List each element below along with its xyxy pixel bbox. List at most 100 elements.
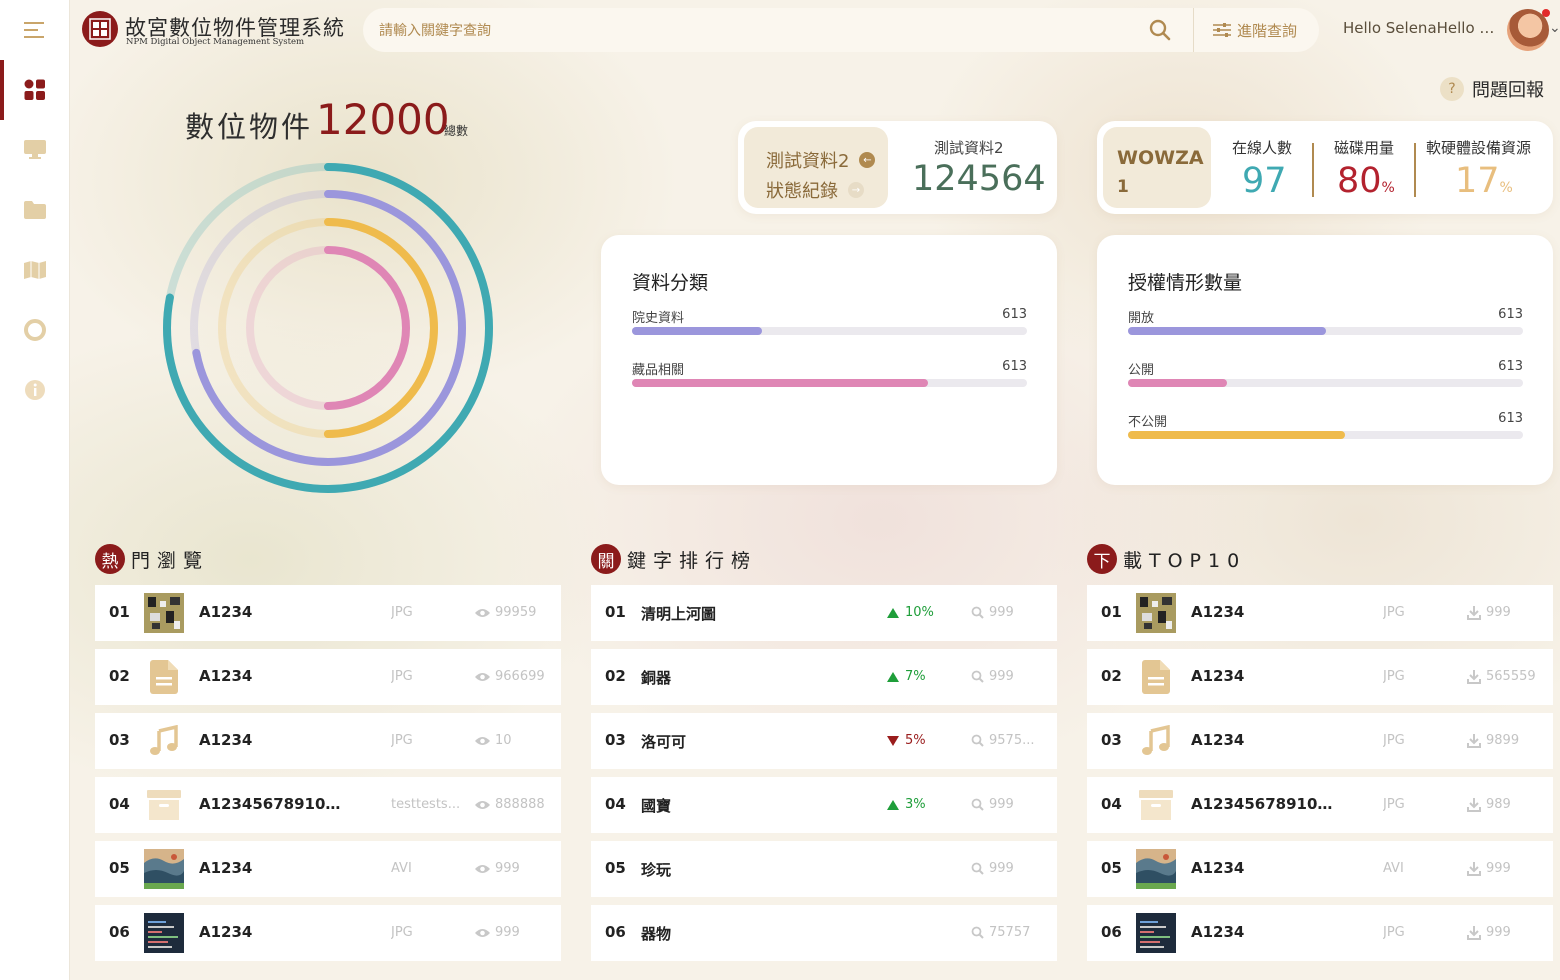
bar-row: 藏品相關 613 xyxy=(632,359,1027,389)
video-thumbnail xyxy=(144,849,184,889)
rank-number: 02 xyxy=(1101,667,1122,685)
list-item[interactable]: 05 珍玩 999 xyxy=(591,841,1057,897)
sliders-icon xyxy=(1213,23,1231,37)
test-data-link[interactable]: 測試資料2 ← xyxy=(766,147,876,173)
search-divider xyxy=(1193,8,1194,52)
list-item[interactable]: 04 A123456789101... testtests... 888888 xyxy=(95,777,561,833)
bar-row: 不公開 613 xyxy=(1128,411,1523,441)
item-thumbnail xyxy=(144,593,184,633)
rank-number: 05 xyxy=(605,859,626,877)
eye-icon xyxy=(475,864,490,873)
rank-number: 01 xyxy=(109,603,130,621)
item-format: JPG xyxy=(391,733,413,748)
server-index: 1 xyxy=(1117,177,1129,197)
rank-number: 06 xyxy=(109,923,130,941)
list-item[interactable]: 05 A1234 AVI 999 xyxy=(1087,841,1553,897)
rank-number: 03 xyxy=(605,731,626,749)
item-name: A1234 xyxy=(199,923,253,941)
sidebar-item-map[interactable] xyxy=(0,250,69,290)
divider xyxy=(1414,143,1416,197)
download-icon xyxy=(1467,861,1481,876)
item-name: A123456789101... xyxy=(1191,795,1341,813)
trend-up-icon xyxy=(887,607,899,618)
ring-chart xyxy=(163,163,493,493)
downloads-badge: 下 xyxy=(1087,544,1117,574)
sidebar-item-info[interactable] xyxy=(0,370,69,410)
rank-number: 06 xyxy=(1101,923,1122,941)
item-count-value: 999 xyxy=(1486,861,1511,876)
list-item[interactable]: 02 A1234 JPG 966699 xyxy=(95,649,561,705)
list-item[interactable]: 04 國寶 3% 999 xyxy=(591,777,1057,833)
item-name: A1234 xyxy=(1191,667,1245,685)
item-format: JPG xyxy=(1383,733,1405,748)
sidebar-item-monitor[interactable] xyxy=(0,130,69,170)
sidebar-item-folder[interactable] xyxy=(0,190,69,230)
item-name: A1234 xyxy=(1191,923,1245,941)
item-count-value: 999 xyxy=(1486,925,1511,940)
status-log-label: 狀態紀錄 xyxy=(766,181,838,202)
online-users-value: 97 xyxy=(1242,161,1287,201)
search-count-value: 999 xyxy=(989,797,1014,812)
item-thumbnail xyxy=(1136,913,1176,953)
list-item[interactable]: 02 A1234 JPG 565559 xyxy=(1087,649,1553,705)
sidebar-item-dashboard[interactable] xyxy=(0,60,69,120)
item-count-value: 999 xyxy=(495,925,520,940)
list-item[interactable]: 04 A123456789101... JPG 989 xyxy=(1087,777,1553,833)
user-greeting[interactable]: Hello SelenaHello S... xyxy=(1343,19,1501,37)
list-item[interactable]: 02 銅器 7% 999 xyxy=(591,649,1057,705)
item-count: 966699 xyxy=(475,669,545,684)
keyword: 洛可可 xyxy=(641,733,687,751)
eye-icon xyxy=(475,736,490,745)
report-issue-button[interactable]: ? 問題回報 xyxy=(1440,76,1544,102)
item-count: 888888 xyxy=(475,797,545,812)
bar-value: 613 xyxy=(1002,359,1027,374)
image-thumbnail xyxy=(144,593,184,633)
list-item[interactable]: 01 A1234 JPG 99959 xyxy=(95,585,561,641)
list-item[interactable]: 03 A1234 JPG 10 xyxy=(95,713,561,769)
archive-box-icon xyxy=(1139,790,1173,820)
item-count: 999 xyxy=(475,861,520,876)
menu-toggle-button[interactable] xyxy=(0,10,69,50)
list-item[interactable]: 03 洛可可 5% 9575... xyxy=(591,713,1057,769)
license-card: 授權情形數量 開放 613 公開 613 不公開 613 xyxy=(1097,235,1553,485)
search-icon xyxy=(971,926,984,939)
hardware-resources-value: 17 xyxy=(1455,161,1500,201)
item-count: 999 xyxy=(475,925,520,940)
palace-logo-icon xyxy=(89,18,111,40)
list-item[interactable]: 06 A1234 JPG 999 xyxy=(95,905,561,961)
chevron-down-icon[interactable]: ⌄ xyxy=(1549,20,1560,36)
list-item[interactable]: 06 器物 75757 xyxy=(591,905,1057,961)
hot-views-title-text: 門瀏覽 xyxy=(131,549,210,572)
advanced-search-button[interactable]: 進階查詢 xyxy=(1213,8,1297,52)
list-item[interactable]: 01 清明上河圖 10% 999 xyxy=(591,585,1057,641)
bar-track xyxy=(1128,327,1523,335)
list-item[interactable]: 03 A1234 JPG 9899 xyxy=(1087,713,1553,769)
item-count: 10 xyxy=(475,733,512,748)
eye-icon xyxy=(475,608,490,617)
search-icon xyxy=(971,734,984,747)
item-name: A1234 xyxy=(1191,603,1245,621)
list-item[interactable]: 06 A1234 JPG 999 xyxy=(1087,905,1553,961)
list-item[interactable]: 01 A1234 JPG 999 xyxy=(1087,585,1553,641)
search-input[interactable] xyxy=(377,8,1141,54)
arrow-right-icon: → xyxy=(848,182,864,198)
item-count-value: 9899 xyxy=(1486,733,1520,748)
item-thumbnail xyxy=(1136,849,1176,889)
document-icon xyxy=(1142,660,1170,694)
search-count-value: 75757 xyxy=(989,925,1031,940)
trend-down-icon xyxy=(887,735,899,746)
search-button[interactable] xyxy=(1145,16,1175,44)
trend: 10% xyxy=(887,605,934,620)
list-item[interactable]: 05 A1234 AVI 999 xyxy=(95,841,561,897)
search-count: 999 xyxy=(971,605,1051,620)
item-count-value: 999 xyxy=(495,861,520,876)
item-count: 999 xyxy=(1467,605,1511,620)
license-card-title: 授權情形數量 xyxy=(1128,272,1243,294)
item-count: 565559 xyxy=(1467,669,1536,684)
status-log-link[interactable]: 狀態紀錄 → xyxy=(766,177,864,203)
disk-usage-unit: % xyxy=(1381,180,1395,196)
sidebar-item-support[interactable] xyxy=(0,310,69,350)
item-name: A1234 xyxy=(199,731,253,749)
logo[interactable] xyxy=(82,11,118,47)
item-count-value: 10 xyxy=(495,733,512,748)
